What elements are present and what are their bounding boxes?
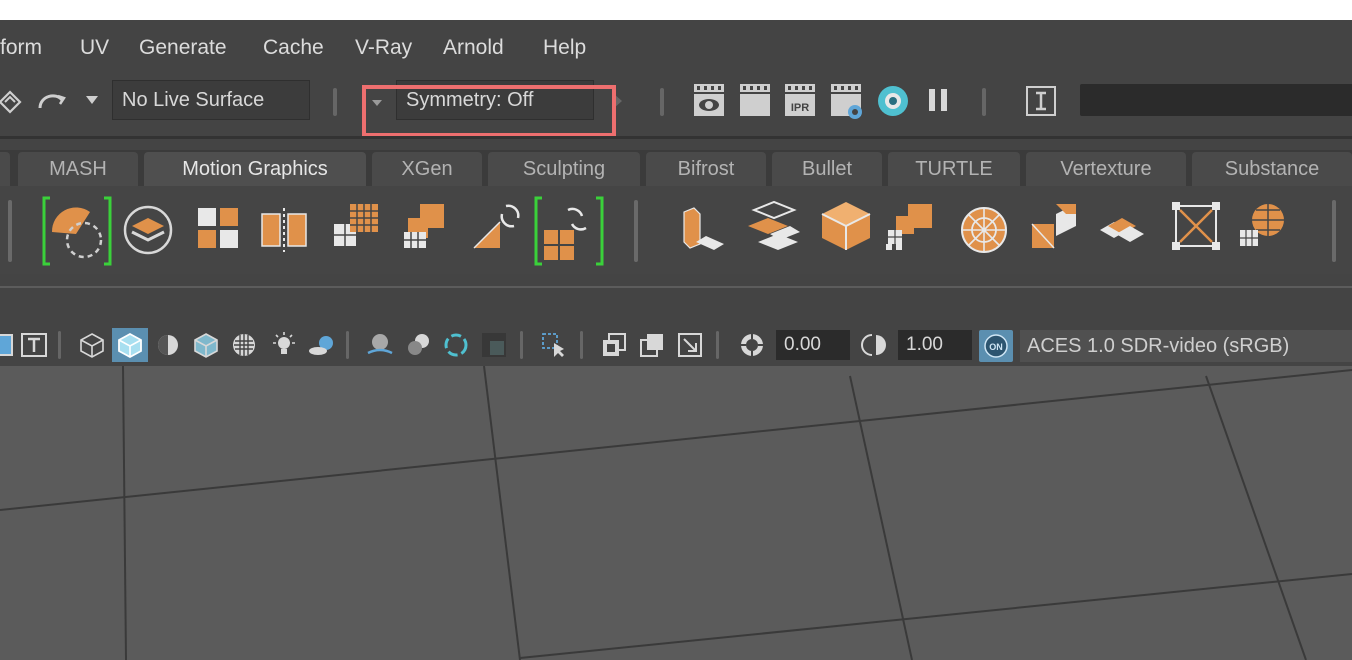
layered-planes-icon[interactable] bbox=[1096, 204, 1148, 256]
split-cube-icon[interactable] bbox=[1028, 200, 1080, 252]
color-management-toggle[interactable]: ON bbox=[979, 330, 1013, 362]
stack-planes-icon[interactable] bbox=[744, 198, 804, 258]
scatter-cubes-icon[interactable] bbox=[884, 200, 936, 252]
exposure-icon[interactable] bbox=[738, 331, 766, 359]
svg-text:ON: ON bbox=[989, 342, 1003, 352]
color-management-on-icon: ON bbox=[984, 334, 1008, 358]
render-view-icon[interactable] bbox=[692, 82, 726, 118]
tab-partial[interactable] bbox=[0, 152, 10, 186]
sphere-grid-icon[interactable] bbox=[1236, 200, 1288, 252]
menu-uv[interactable]: UV bbox=[80, 36, 109, 60]
grid-line bbox=[0, 369, 1352, 511]
transform-cycle-icon[interactable] bbox=[470, 200, 522, 252]
textured-icon[interactable] bbox=[230, 331, 258, 359]
chevron-down-icon[interactable] bbox=[84, 94, 100, 106]
tab-substance[interactable]: Substance bbox=[1192, 152, 1352, 186]
scatter-grid-icon[interactable] bbox=[400, 200, 452, 252]
separator bbox=[346, 331, 349, 359]
xray-joints-icon[interactable] bbox=[676, 331, 704, 359]
separator bbox=[660, 88, 664, 116]
screen-space-ao-icon[interactable] bbox=[366, 331, 394, 359]
input-line-field[interactable] bbox=[1080, 84, 1352, 116]
tab-bifrost[interactable]: Bifrost bbox=[646, 152, 766, 186]
shelf bbox=[0, 186, 1352, 274]
tab-mash[interactable]: MASH bbox=[18, 152, 138, 186]
divider bbox=[0, 136, 1352, 139]
menu-vray[interactable]: V-Ray bbox=[355, 36, 412, 60]
snap-icon[interactable] bbox=[0, 86, 26, 116]
menu-arnold[interactable]: Arnold bbox=[443, 36, 504, 60]
render-settings-icon[interactable] bbox=[829, 82, 865, 120]
tab-vertexture[interactable]: Vertexture bbox=[1026, 152, 1186, 186]
anti-aliasing-icon[interactable] bbox=[442, 331, 470, 359]
bounding-box-icon[interactable] bbox=[1170, 200, 1222, 252]
tab-xgen[interactable]: XGen bbox=[372, 152, 482, 186]
menu-transform[interactable]: form bbox=[0, 36, 42, 60]
text-icon[interactable] bbox=[20, 331, 48, 359]
mash-cycle-selected-icon[interactable] bbox=[532, 194, 606, 268]
wireframe-icon[interactable] bbox=[78, 331, 106, 359]
menu-cache[interactable]: Cache bbox=[263, 36, 324, 60]
distribute-grid-icon[interactable] bbox=[192, 204, 244, 256]
shelf-separator bbox=[8, 200, 12, 262]
motion-blur-icon[interactable] bbox=[404, 331, 432, 359]
viewport[interactable] bbox=[0, 366, 1352, 660]
input-line-icon[interactable] bbox=[1024, 84, 1058, 118]
symmetry-distribute-icon[interactable] bbox=[258, 204, 310, 256]
smooth-shade-icon[interactable] bbox=[116, 331, 144, 359]
depth-of-field-icon[interactable] bbox=[480, 331, 508, 359]
magnet-icon[interactable] bbox=[34, 86, 70, 116]
svg-text:IPR: IPR bbox=[791, 102, 809, 114]
ground-grid bbox=[0, 366, 1352, 660]
menu-help[interactable]: Help bbox=[543, 36, 586, 60]
image-plane-icon[interactable] bbox=[0, 331, 16, 359]
render-frame-icon[interactable] bbox=[738, 82, 772, 118]
panel-menu-area bbox=[0, 274, 1352, 324]
menu-generate[interactable]: Generate bbox=[139, 36, 227, 60]
separator bbox=[716, 331, 719, 359]
separator bbox=[982, 88, 986, 116]
lighting-icon[interactable] bbox=[270, 331, 298, 359]
ipr-render-icon[interactable]: IPR bbox=[783, 82, 817, 118]
pause-icon[interactable] bbox=[926, 86, 950, 114]
radial-array-icon[interactable] bbox=[958, 204, 1010, 256]
exposure-field[interactable]: 0.00 bbox=[776, 330, 850, 360]
tab-motion-graphics[interactable]: Motion Graphics bbox=[144, 152, 366, 186]
menu-bar: form UV Generate Cache V-Ray Arnold Help bbox=[0, 20, 1352, 76]
maya-window: form UV Generate Cache V-Ray Arnold Help… bbox=[0, 20, 1352, 660]
panel-rule bbox=[0, 286, 1352, 288]
gamma-field[interactable]: 1.00 bbox=[898, 330, 972, 360]
hypershade-icon[interactable] bbox=[876, 84, 910, 118]
shadows-icon[interactable] bbox=[308, 331, 336, 359]
panel-toolbar: 0.00 1.00 ON ACES 1.0 SDR-video (sRGB) bbox=[0, 324, 1352, 366]
symmetry-highlight-box bbox=[362, 85, 616, 137]
gamma-icon[interactable] bbox=[860, 331, 888, 359]
view-transform-dropdown[interactable]: ACES 1.0 SDR-video (sRGB) bbox=[1020, 330, 1352, 362]
grid-line bbox=[519, 573, 1352, 659]
shelf-separator bbox=[1332, 200, 1336, 262]
shaded-wireframe-icon[interactable] bbox=[192, 331, 220, 359]
tab-sculpting[interactable]: Sculpting bbox=[488, 152, 640, 186]
extrude-icon[interactable] bbox=[676, 204, 728, 256]
isolate-select-icon[interactable] bbox=[540, 331, 568, 359]
grid-array-icon[interactable] bbox=[330, 200, 382, 252]
separator bbox=[58, 331, 61, 359]
cube-icon[interactable] bbox=[818, 198, 874, 254]
grid-line bbox=[483, 366, 521, 660]
layers-icon[interactable] bbox=[122, 204, 174, 256]
separator bbox=[580, 331, 583, 359]
grid-line bbox=[1205, 375, 1307, 660]
default-material-icon[interactable] bbox=[154, 331, 182, 359]
grid-line bbox=[122, 366, 127, 660]
live-surface-field[interactable]: No Live Surface bbox=[112, 80, 310, 120]
tab-bullet[interactable]: Bullet bbox=[772, 152, 882, 186]
shelf-tab-bar: MASH Motion Graphics XGen Sculpting Bifr… bbox=[0, 150, 1352, 186]
shelf-separator bbox=[634, 200, 638, 262]
xray-icon[interactable] bbox=[600, 331, 628, 359]
xray-active-components-icon[interactable] bbox=[638, 331, 666, 359]
mash-network-icon[interactable] bbox=[40, 194, 114, 268]
separator bbox=[520, 331, 523, 359]
tab-turtle[interactable]: TURTLE bbox=[888, 152, 1020, 186]
separator bbox=[333, 88, 337, 116]
